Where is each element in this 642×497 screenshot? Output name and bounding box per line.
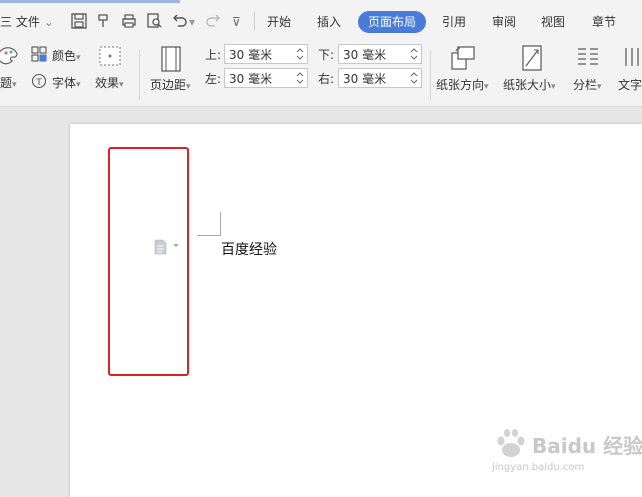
paper-size-label: 纸张大小 (503, 78, 552, 92)
chevron-down-icon: ⌄ (43, 15, 54, 29)
text-direction-label: 文字 (618, 78, 642, 92)
undo-icon[interactable] (170, 12, 188, 30)
print-icon[interactable] (120, 12, 138, 30)
color-grid-icon (31, 46, 47, 62)
effect-icon[interactable] (99, 46, 121, 66)
top-margin-input[interactable] (225, 45, 289, 63)
theme-label: 题 (0, 76, 13, 90)
columns-icon[interactable] (576, 46, 600, 68)
highlight-box (108, 147, 189, 376)
theme-button[interactable]: 题▾ (0, 74, 17, 91)
chevron-down-icon: ▾ (119, 80, 124, 90)
columns-label: 分栏 (573, 78, 598, 92)
bottom-margin-field[interactable] (338, 44, 422, 64)
tab-page-layout[interactable]: 页面布局 (358, 11, 427, 33)
bottom-margin-label: 下: (318, 48, 335, 62)
chevron-down-icon: ▾ (76, 53, 81, 63)
watermark-url: jingyan.baidu.com (492, 462, 585, 473)
paper-orientation-label: 纸张方向 (436, 78, 485, 92)
page-margins-button[interactable]: 页边距▾ (150, 76, 191, 93)
format-painter-icon[interactable] (95, 12, 113, 30)
top-margin-label: 上: (205, 48, 222, 62)
undo-dropdown-icon[interactable]: ▾ (189, 12, 195, 32)
text-direction-icon[interactable] (622, 46, 642, 68)
page-margins-icon[interactable] (160, 46, 182, 72)
baidu-watermark: Baidu 经验 jingyan.baidu.com (492, 428, 642, 478)
file-menu-button[interactable]: 三 文件 ⌄ (0, 12, 54, 32)
left-margin-field[interactable] (224, 68, 308, 88)
svg-text:T: T (35, 78, 42, 88)
color-button[interactable]: 颜色▾ (52, 47, 81, 64)
font-circle-icon: T (31, 73, 47, 89)
color-label: 颜色 (52, 49, 77, 63)
chevron-down-icon: ▾ (186, 82, 191, 92)
spinner-arrows-icon[interactable] (296, 70, 304, 86)
left-margin-input[interactable] (225, 69, 289, 87)
chevron-down-icon: ▾ (12, 80, 17, 90)
top-margin-field[interactable] (224, 44, 308, 64)
paper-orientation-button[interactable]: 纸张方向▾ (436, 76, 489, 93)
tab-view[interactable]: 视图 (541, 11, 565, 33)
columns-button[interactable]: 分栏▾ (573, 76, 602, 93)
paper-size-button[interactable]: 纸张大小▾ (503, 76, 556, 93)
ribbon-divider (430, 50, 431, 100)
right-margin-field[interactable] (338, 68, 422, 88)
chevron-down-icon: ▾ (597, 82, 602, 92)
spinner-arrows-icon[interactable] (296, 46, 304, 62)
font-button[interactable]: 字体▾ (52, 74, 81, 91)
tab-chapter[interactable]: 章节 (592, 11, 616, 33)
chevron-down-icon: ▾ (484, 82, 489, 92)
redo-icon[interactable] (205, 12, 223, 30)
watermark-brand: Baidu 经验 (532, 434, 642, 458)
text-direction-button[interactable]: 文字 (618, 76, 642, 93)
chevron-down-icon: ▾ (551, 82, 556, 92)
effect-label: 效果 (95, 76, 120, 90)
ribbon-divider (139, 50, 140, 100)
menu-bar: 三 文件 ⌄ ▾ ⊽ 开始 插入 页面布局 引用 审阅 视图 章节 (0, 0, 642, 42)
customize-dropdown-icon[interactable]: ⊽ (232, 12, 241, 32)
right-margin-label: 右: (318, 72, 335, 86)
margin-corner-mark (197, 212, 221, 236)
bottom-margin-input[interactable] (339, 45, 403, 63)
chevron-down-icon: ▾ (76, 80, 81, 90)
menu-lines-icon: 三 (0, 15, 13, 29)
paper-size-icon[interactable] (520, 45, 544, 71)
menu-divider (254, 12, 255, 30)
font-label: 字体 (52, 76, 77, 90)
tab-start[interactable]: 开始 (267, 11, 291, 33)
spinner-arrows-icon[interactable] (410, 70, 418, 86)
tab-review[interactable]: 审阅 (492, 11, 516, 33)
print-preview-icon[interactable] (145, 12, 163, 30)
left-margin-label: 左: (205, 72, 222, 86)
baidu-paw-logo (497, 429, 525, 457)
theme-palette-icon[interactable] (0, 46, 18, 66)
effect-button[interactable]: 效果▾ (95, 74, 124, 91)
file-menu-label: 文件 (15, 15, 40, 29)
page-margins-label: 页边距 (150, 78, 187, 92)
document-text[interactable]: 百度经验 (221, 239, 277, 259)
right-margin-input[interactable] (339, 69, 403, 87)
save-icon[interactable] (70, 12, 88, 30)
title-accent-strip (0, 0, 180, 3)
tab-insert[interactable]: 插入 (317, 11, 341, 33)
tab-references[interactable]: 引用 (442, 11, 466, 33)
spinner-arrows-icon[interactable] (410, 46, 418, 62)
paper-orientation-icon[interactable] (450, 45, 476, 71)
